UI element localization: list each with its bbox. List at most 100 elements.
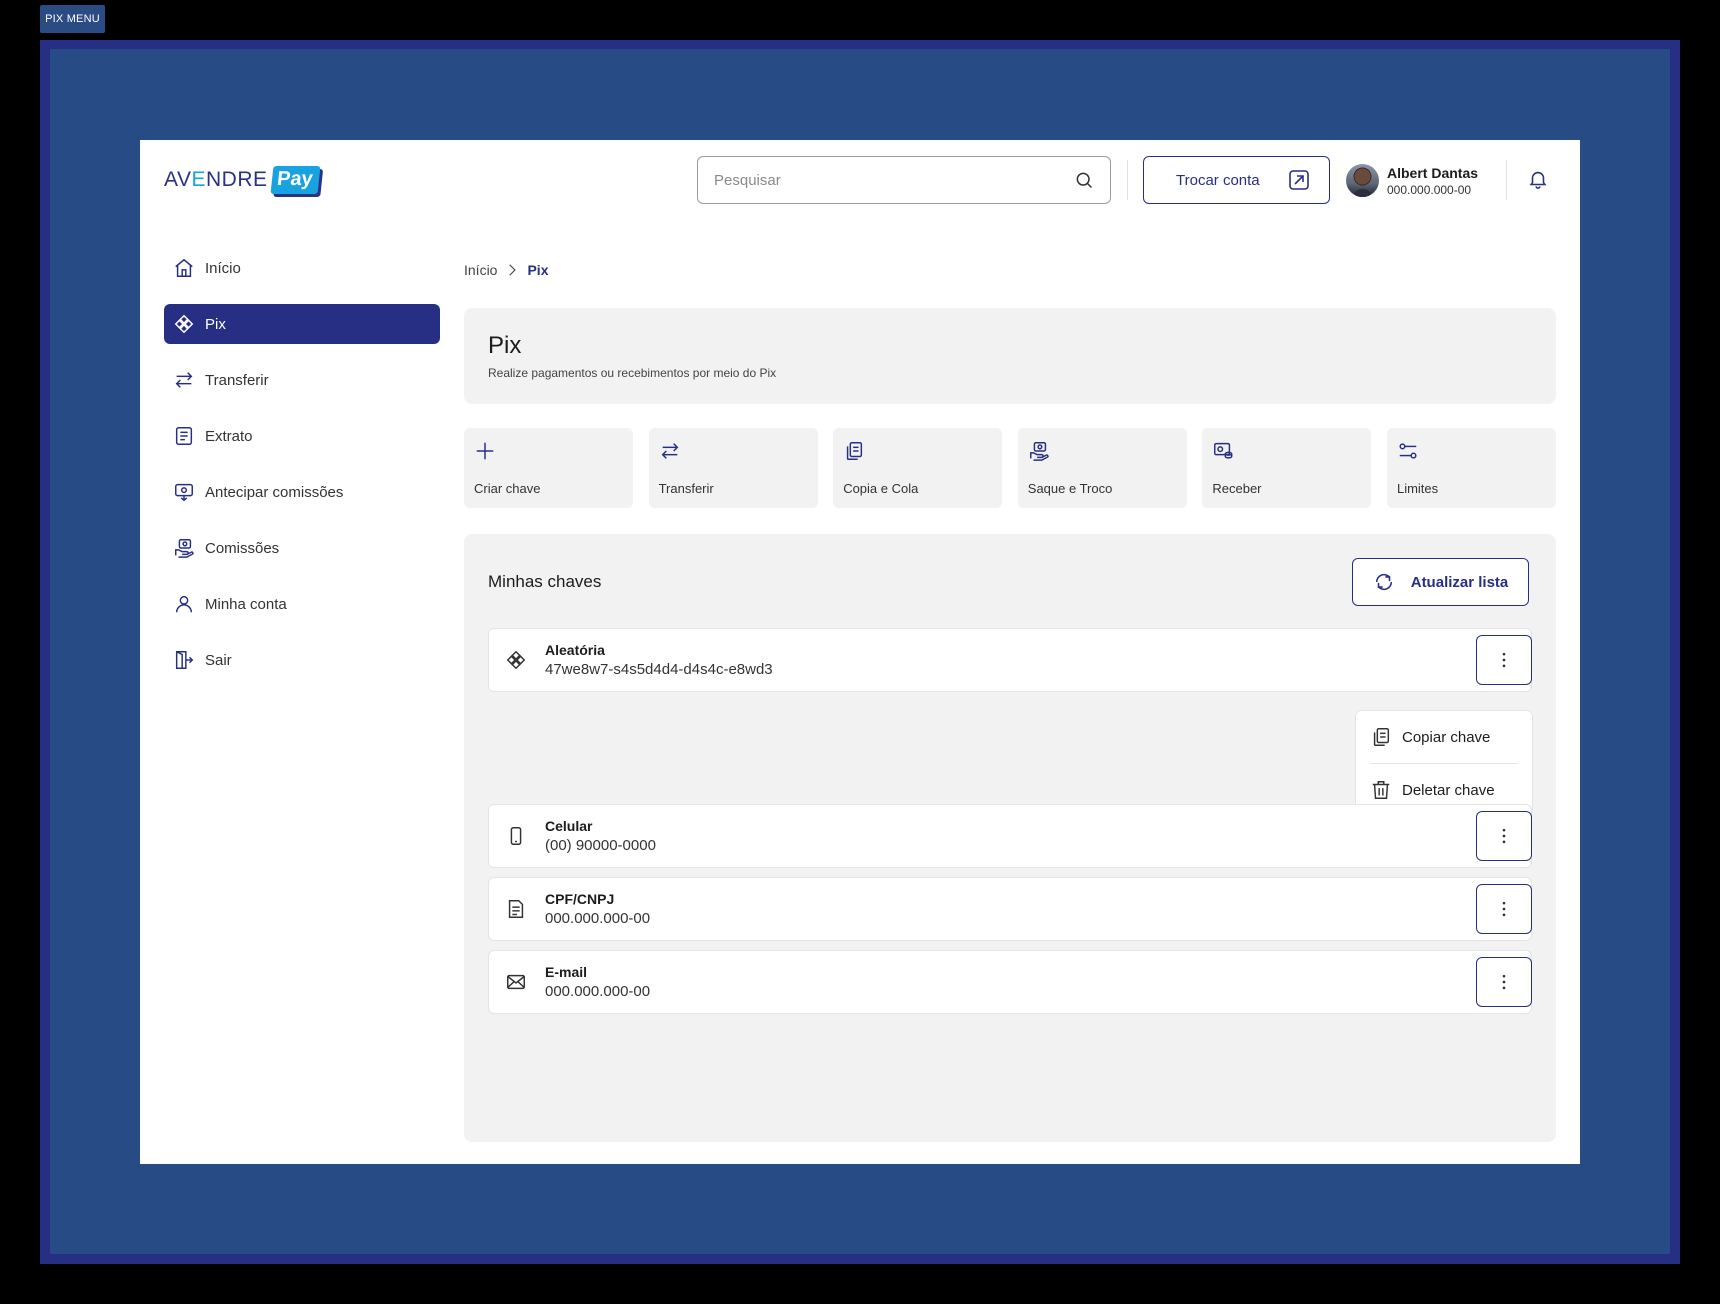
pix-icon bbox=[506, 650, 526, 670]
sidebar-item-label: Antecipar comissões bbox=[205, 483, 344, 501]
more-vertical-icon bbox=[1502, 652, 1506, 668]
switch-account-label: Trocar conta bbox=[1176, 171, 1260, 189]
action-label: Saque e Troco bbox=[1027, 481, 1113, 496]
logo-wordmark: AVENDRE bbox=[164, 168, 268, 191]
key-options-menu: Copiar chave Deletar chave bbox=[1355, 710, 1533, 816]
action-saque-e-troco[interactable]: Saque e Troco bbox=[1017, 428, 1187, 508]
more-vertical-icon bbox=[1502, 974, 1506, 990]
frame-tag: PIX MENU bbox=[40, 5, 105, 33]
brand-logo[interactable]: AVENDRE Pay bbox=[164, 162, 320, 198]
avatar[interactable] bbox=[1346, 164, 1379, 197]
key-type: Celular bbox=[545, 818, 593, 834]
anticipate-icon bbox=[175, 483, 193, 502]
action-copia-e-cola[interactable]: Copia e Cola bbox=[833, 428, 1003, 508]
action-label: Copia e Cola bbox=[843, 481, 919, 496]
sidebar-item-transferir[interactable]: Transferir bbox=[164, 360, 440, 400]
action-receber[interactable]: Receber bbox=[1202, 428, 1372, 508]
search-input[interactable] bbox=[714, 171, 1074, 189]
commissions-icon bbox=[175, 539, 194, 558]
sidebar-item-label: Extrato bbox=[205, 427, 253, 445]
key-value: 000.000.000-00 bbox=[545, 983, 651, 1000]
keys-panel: Minhas chaves Atualizar lista Aleatória … bbox=[464, 534, 1556, 1142]
user-profile[interactable]: Albert Dantas 000.000.000-00 bbox=[1346, 164, 1478, 197]
sidebar-item-inicio[interactable]: Início bbox=[164, 248, 440, 288]
sidebar-item-label: Sair bbox=[205, 651, 232, 669]
external-arrow-icon bbox=[1289, 170, 1309, 190]
key-options-button[interactable] bbox=[1476, 957, 1532, 1007]
sidebar-item-extrato[interactable]: Extrato bbox=[164, 416, 440, 456]
key-options-button[interactable] bbox=[1476, 635, 1532, 685]
switch-account-button[interactable]: Trocar conta bbox=[1143, 156, 1330, 204]
copy-key-label: Copiar chave bbox=[1402, 728, 1491, 746]
home-icon bbox=[175, 258, 193, 277]
page-header: Pix Realize pagamentos ou recebimentos p… bbox=[464, 308, 1556, 404]
logout-icon bbox=[175, 651, 194, 669]
sidebar-item-label: Transferir bbox=[205, 371, 269, 389]
withdraw-icon bbox=[1029, 442, 1049, 461]
mail-icon bbox=[507, 974, 525, 990]
more-vertical-icon bbox=[1502, 901, 1506, 917]
sidebar-item-antecipar-comissoes[interactable]: Antecipar comissões bbox=[164, 472, 440, 512]
sidebar-item-minha-conta[interactable]: Minha conta bbox=[164, 584, 440, 624]
user-document: 000.000.000-00 bbox=[1387, 182, 1472, 197]
receive-icon bbox=[1214, 442, 1233, 459]
key-row-cpf-cnpj: CPF/CNPJ 000.000.000-00 bbox=[488, 877, 1532, 941]
action-label: Criar chave bbox=[474, 481, 541, 496]
pix-icon bbox=[174, 314, 194, 334]
key-options-button[interactable] bbox=[1476, 811, 1532, 861]
trash-icon bbox=[1372, 781, 1390, 799]
action-limites[interactable]: Limites bbox=[1386, 428, 1556, 508]
limits-icon bbox=[1399, 443, 1417, 459]
key-value: 47we8w7-s4s5d4d4-d4s4c-e8wd3 bbox=[545, 661, 773, 678]
breadcrumb-root[interactable]: Início bbox=[464, 262, 497, 278]
action-label: Receber bbox=[1212, 481, 1262, 496]
key-row-email: E-mail 000.000.000-00 bbox=[488, 950, 1532, 1014]
key-options-button[interactable] bbox=[1476, 884, 1532, 934]
sidebar-item-label: Pix bbox=[205, 315, 226, 333]
page-title: Pix bbox=[488, 332, 522, 359]
search-box[interactable] bbox=[697, 156, 1111, 204]
breadcrumb: Início Pix bbox=[464, 262, 548, 278]
key-value: (00) 90000-0000 bbox=[545, 837, 656, 854]
key-value: 000.000.000-00 bbox=[545, 910, 651, 927]
delete-key-label: Deletar chave bbox=[1402, 781, 1495, 799]
transfer-icon bbox=[175, 372, 193, 388]
page-subtitle: Realize pagamentos ou recebimentos por m… bbox=[488, 366, 777, 380]
bell-icon[interactable] bbox=[1527, 168, 1549, 190]
pix-actions: Criar chave Transferir Copia e Cola Saqu… bbox=[464, 428, 1556, 508]
sidebar-item-label: Minha conta bbox=[205, 595, 287, 613]
action-criar-chave[interactable]: Criar chave bbox=[464, 428, 633, 508]
copy-icon bbox=[1373, 728, 1390, 746]
search-icon[interactable] bbox=[1074, 170, 1094, 190]
breadcrumb-current: Pix bbox=[527, 262, 549, 278]
sidebar-item-label: Início bbox=[205, 259, 241, 277]
key-type: CPF/CNPJ bbox=[545, 891, 615, 907]
sidebar-item-pix[interactable]: Pix bbox=[164, 304, 440, 344]
key-row-aleatoria: Aleatória 47we8w7-s4s5d4d4-d4s4c-e8wd3 bbox=[488, 628, 1532, 692]
refresh-icon bbox=[1375, 573, 1392, 591]
logo-pay-badge: Pay bbox=[270, 166, 320, 194]
statement-icon bbox=[175, 427, 193, 445]
user-icon bbox=[175, 595, 193, 613]
transfer-icon bbox=[661, 443, 678, 459]
sidebar-item-comissoes[interactable]: Comissões bbox=[164, 528, 440, 568]
refresh-list-button[interactable]: Atualizar lista bbox=[1352, 558, 1529, 606]
key-type: E-mail bbox=[545, 964, 588, 980]
action-transferir[interactable]: Transferir bbox=[648, 428, 818, 508]
app-window: AVENDRE Pay Trocar conta Albert Dantas 0… bbox=[140, 140, 1580, 1164]
chevron-right-icon bbox=[509, 264, 517, 276]
user-name: Albert Dantas bbox=[1387, 164, 1479, 181]
more-vertical-icon bbox=[1502, 828, 1506, 844]
sidebar-item-label: Comissões bbox=[205, 539, 280, 557]
keys-title: Minhas chaves bbox=[488, 572, 602, 591]
key-row-celular: Celular (00) 90000-0000 bbox=[488, 804, 1532, 868]
key-type: Aleatória bbox=[545, 642, 605, 658]
sidebar: Início Pix Transferir Extrato Antecipar … bbox=[164, 248, 440, 696]
refresh-list-label: Atualizar lista bbox=[1410, 573, 1509, 591]
document-icon bbox=[508, 900, 524, 918]
action-label: Limites bbox=[1396, 481, 1439, 496]
sidebar-item-sair[interactable]: Sair bbox=[164, 640, 440, 680]
copy-paste-icon bbox=[847, 442, 863, 460]
copy-key-menu-item[interactable]: Copiar chave bbox=[1370, 711, 1518, 763]
header-divider-2 bbox=[1506, 160, 1507, 200]
